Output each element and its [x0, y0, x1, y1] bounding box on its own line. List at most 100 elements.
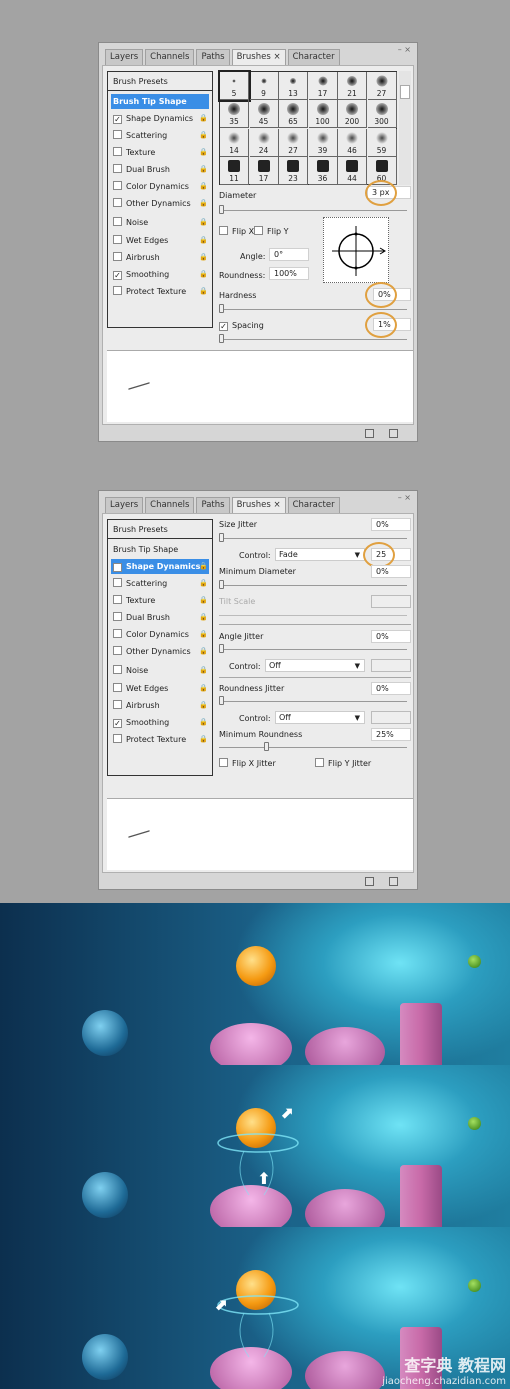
brush-angle-preview[interactable]	[323, 217, 389, 283]
lock-icon[interactable]: 🔒	[199, 147, 208, 157]
brush-preset[interactable]: 36	[308, 156, 338, 185]
brush-preset[interactable]: 14	[220, 128, 249, 157]
list-item-scattering[interactable]: Scattering 🔒	[111, 128, 209, 143]
checkbox[interactable]	[113, 629, 122, 638]
lock-icon[interactable]: 🔒	[199, 130, 208, 140]
flip-y-jitter-checkbox[interactable]: Flip Y Jitter	[315, 758, 371, 768]
lock-icon[interactable]: 🔒	[199, 717, 208, 727]
roundness-control-select[interactable]: Off ▼	[275, 711, 365, 724]
brush-preset[interactable]: 23	[279, 156, 308, 185]
min-diameter-slider[interactable]	[219, 580, 407, 589]
size-jitter-slider[interactable]	[219, 533, 407, 542]
checkbox[interactable]	[113, 595, 122, 604]
lock-icon[interactable]: 🔒	[199, 665, 208, 675]
list-item-protect-texture[interactable]: Protect Texture 🔒	[111, 284, 209, 299]
checkbox[interactable]	[113, 252, 122, 261]
tab-layers[interactable]: Layers	[105, 49, 144, 65]
tab-character[interactable]: Character	[287, 497, 340, 513]
brush-preset[interactable]: 44	[338, 156, 367, 185]
lock-icon[interactable]: 🔒	[199, 683, 208, 693]
brush-preset[interactable]: 45	[249, 100, 279, 129]
lock-icon[interactable]: 🔒	[199, 646, 208, 656]
list-item-smoothing[interactable]: ✓ Smoothing 🔒	[111, 715, 209, 730]
checkbox[interactable]: ✓	[113, 719, 122, 728]
lock-icon[interactable]: 🔒	[199, 561, 208, 571]
brush-preset[interactable]: 21	[338, 72, 367, 100]
checkbox[interactable]	[113, 164, 122, 173]
checkbox[interactable]: ✓	[113, 563, 122, 572]
roundness-jitter-input[interactable]: 0%	[371, 682, 411, 695]
new-preset-icon[interactable]	[365, 877, 374, 886]
list-item-brush-presets[interactable]: Brush Presets	[108, 74, 212, 91]
checkbox[interactable]	[113, 612, 122, 621]
spacing-checkbox[interactable]: ✓ Spacing	[219, 321, 264, 331]
brush-preset[interactable]: 5	[218, 70, 251, 102]
brush-preset[interactable]: 9	[249, 72, 279, 100]
size-jitter-input[interactable]: 0%	[371, 518, 411, 531]
checkbox[interactable]	[113, 286, 122, 295]
lock-icon[interactable]: 🔒	[199, 612, 208, 622]
checkbox[interactable]	[113, 683, 122, 692]
brush-preset[interactable]: 17	[308, 72, 338, 100]
checkbox[interactable]: ✓	[113, 115, 122, 124]
list-item-wet-edges[interactable]: Wet Edges 🔒	[111, 681, 209, 696]
list-item-texture[interactable]: Texture 🔒	[111, 593, 209, 608]
flip-x-jitter-checkbox[interactable]: Flip X Jitter	[219, 758, 276, 768]
list-item-brush-tip-shape[interactable]: Brush Tip Shape	[111, 542, 209, 557]
checkbox[interactable]	[113, 198, 122, 207]
hardness-slider[interactable]	[219, 304, 407, 313]
brush-preset[interactable]: 200	[338, 100, 367, 129]
lock-icon[interactable]: 🔒	[199, 181, 208, 191]
checkbox[interactable]	[113, 235, 122, 244]
angle-jitter-slider[interactable]	[219, 644, 407, 653]
lock-icon[interactable]: 🔒	[199, 595, 208, 605]
new-preset-icon[interactable]	[365, 429, 374, 438]
tab-brushes[interactable]: Brushes ×	[231, 49, 286, 65]
list-item-airbrush[interactable]: Airbrush 🔒	[111, 698, 209, 713]
brush-preset[interactable]: 300	[367, 100, 397, 129]
checkbox[interactable]	[113, 147, 122, 156]
list-item-airbrush[interactable]: Airbrush 🔒	[111, 250, 209, 265]
list-item-noise[interactable]: Noise 🔒	[111, 663, 209, 678]
list-item-brush-presets[interactable]: Brush Presets	[108, 522, 212, 539]
list-item-smoothing[interactable]: ✓ Smoothing 🔒	[111, 267, 209, 282]
lock-icon[interactable]: 🔒	[199, 286, 208, 296]
flip-y-checkbox[interactable]: Flip Y	[254, 226, 289, 236]
checkbox[interactable]	[113, 646, 122, 655]
list-item-dual-brush[interactable]: Dual Brush 🔒	[111, 610, 209, 625]
lock-icon[interactable]: 🔒	[199, 217, 208, 227]
brush-preset[interactable]: 46	[338, 128, 367, 157]
checkbox[interactable]	[113, 217, 122, 226]
lock-icon[interactable]: 🔒	[199, 235, 208, 245]
list-item-texture[interactable]: Texture 🔒	[111, 145, 209, 160]
lock-icon[interactable]: 🔒	[199, 198, 208, 208]
window-controls[interactable]: – ×	[398, 493, 411, 502]
roundness-jitter-slider[interactable]	[219, 696, 407, 705]
brush-preset[interactable]: 13	[279, 72, 308, 100]
trash-icon[interactable]	[389, 877, 398, 886]
checkbox[interactable]	[113, 181, 122, 190]
list-item-brush-tip-shape[interactable]: Brush Tip Shape	[111, 94, 209, 109]
lock-icon[interactable]: 🔒	[199, 164, 208, 174]
angle-control-select[interactable]: Off ▼	[265, 659, 365, 672]
brush-preset[interactable]: 65	[279, 100, 308, 129]
size-control-select[interactable]: Fade ▼	[275, 548, 365, 561]
list-item-other-dynamics[interactable]: Other Dynamics 🔒	[111, 196, 209, 211]
checkbox[interactable]: ✓	[113, 271, 122, 280]
list-item-wet-edges[interactable]: Wet Edges 🔒	[111, 233, 209, 248]
list-item-dual-brush[interactable]: Dual Brush 🔒	[111, 162, 209, 177]
tab-paths[interactable]: Paths	[196, 497, 230, 513]
brush-preset[interactable]: 27	[367, 72, 397, 100]
checkbox[interactable]	[113, 665, 122, 674]
list-item-color-dynamics[interactable]: Color Dynamics 🔒	[111, 627, 209, 642]
list-item-color-dynamics[interactable]: Color Dynamics 🔒	[111, 179, 209, 194]
lock-icon[interactable]: 🔒	[199, 269, 208, 279]
trash-icon[interactable]	[389, 429, 398, 438]
angle-input[interactable]: 0°	[269, 248, 309, 261]
flip-x-checkbox[interactable]: Flip X	[219, 226, 254, 236]
tab-character[interactable]: Character	[287, 49, 340, 65]
min-roundness-input[interactable]: 25%	[371, 728, 411, 741]
list-item-shape-dynamics[interactable]: ✓ Shape Dynamics 🔒	[111, 559, 209, 574]
tab-paths[interactable]: Paths	[196, 49, 230, 65]
lock-icon[interactable]: 🔒	[199, 734, 208, 744]
